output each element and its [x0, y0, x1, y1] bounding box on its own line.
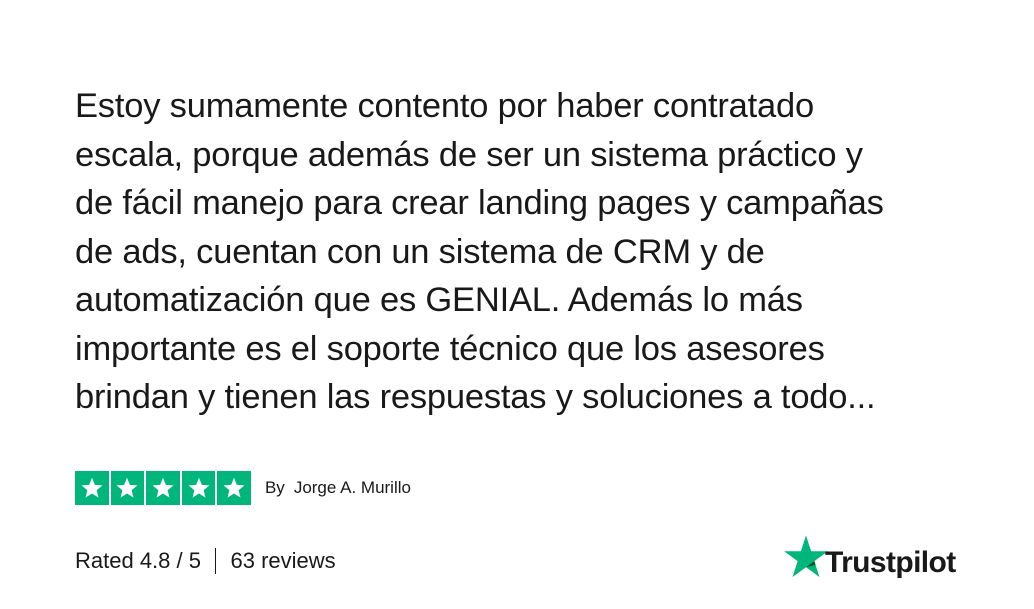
by-label: By	[264, 478, 285, 497]
author-name: Jorge A. Murillo	[293, 478, 411, 497]
star-icon	[217, 471, 251, 505]
star-icon	[146, 471, 180, 505]
star-icon	[110, 471, 145, 505]
divider	[214, 548, 217, 574]
trustpilot-star-icon	[784, 535, 828, 578]
review-line: importante es el soporte técnico que los…	[75, 329, 825, 368]
review-line: escala, porque además de ser un sistema …	[75, 135, 863, 174]
star-icon	[75, 471, 109, 505]
review-line: automatización que es GENIAL. Además lo …	[75, 281, 803, 319]
star-rating	[75, 471, 251, 505]
review-line: de fácil manejo para crear landing pages…	[75, 184, 884, 222]
rated-label: Rated 4.8 / 5	[75, 548, 201, 573]
review-line: Estoy sumamente contento por haber contr…	[75, 87, 814, 125]
review-card: Estoy sumamente contento por haber contr…	[0, 0, 1034, 609]
star-icon	[181, 471, 216, 505]
rating-row: By Jorge A. Murillo	[75, 471, 411, 505]
trustpilot-logo[interactable]: Trustpilot	[783, 533, 956, 581]
reviews-count: 63 reviews	[230, 548, 336, 573]
review-text: Estoy sumamente contento por haber contr…	[75, 82, 975, 422]
review-line: brindan y tienen las respuestas y soluci…	[75, 378, 876, 416]
review-author: By Jorge A. Murillo	[265, 478, 411, 498]
review-line: de ads, cuentan con un sistema de CRM y …	[75, 232, 765, 271]
brand-name: Trustpilot	[825, 546, 956, 579]
rating-summary: Rated 4.8 / 5 63 reviews	[75, 547, 336, 575]
